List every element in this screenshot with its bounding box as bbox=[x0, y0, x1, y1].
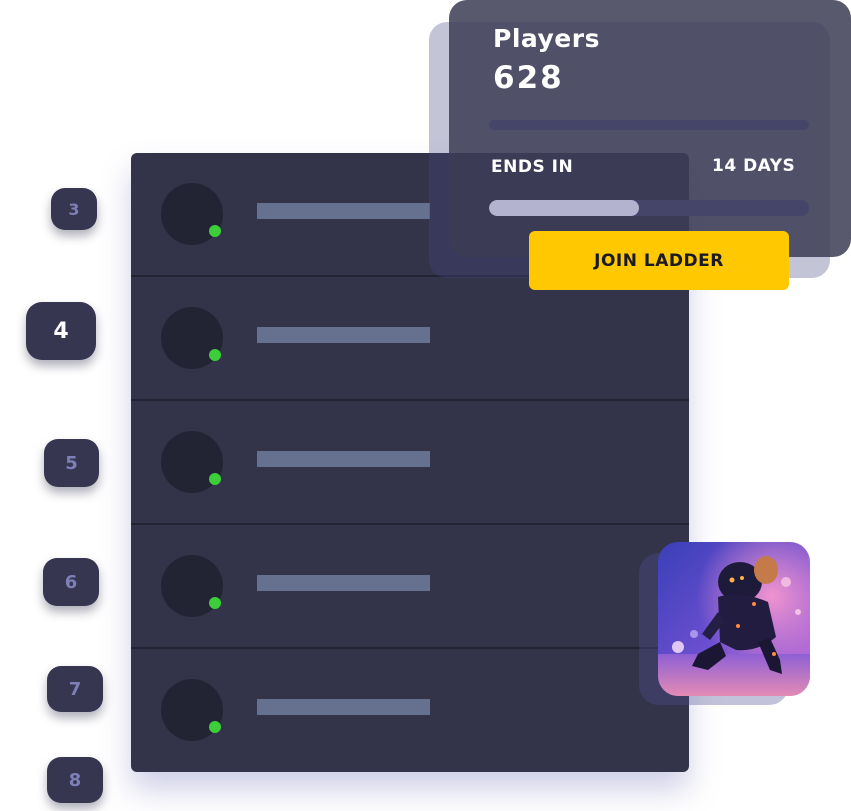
rank-badge-8: 8 bbox=[47, 757, 103, 803]
ends-in-value: 14 DAYS bbox=[712, 156, 796, 176]
player-name-placeholder bbox=[257, 451, 430, 467]
player-name-placeholder bbox=[257, 203, 430, 219]
online-status-dot bbox=[209, 597, 221, 609]
game-art-robot-icon[interactable] bbox=[658, 542, 810, 696]
online-status-dot bbox=[209, 473, 221, 485]
player-name-placeholder bbox=[257, 575, 430, 591]
rank-badge-4: 4 bbox=[26, 302, 96, 360]
leaderboard-row[interactable] bbox=[131, 649, 689, 772]
ends-in-label: ENDS IN bbox=[491, 157, 574, 177]
player-name-placeholder bbox=[257, 699, 430, 715]
players-card: Players 628 ENDS IN 14 DAYS bbox=[449, 0, 851, 257]
game-art-image bbox=[658, 542, 810, 696]
online-status-dot bbox=[209, 349, 221, 361]
join-ladder-button[interactable]: JOIN LADDER bbox=[529, 231, 789, 290]
rank-badge-3: 3 bbox=[51, 188, 97, 230]
time-remaining-bar bbox=[489, 200, 809, 216]
rank-badge-6: 6 bbox=[43, 558, 99, 606]
players-progress-track bbox=[489, 120, 809, 130]
leaderboard-row[interactable] bbox=[131, 525, 689, 649]
rank-badge-7: 7 bbox=[47, 666, 103, 712]
leaderboard-row[interactable] bbox=[131, 277, 689, 401]
rank-badge-5: 5 bbox=[44, 439, 99, 487]
leaderboard-row[interactable] bbox=[131, 401, 689, 525]
player-name-placeholder bbox=[257, 327, 430, 343]
time-remaining-fill bbox=[489, 200, 640, 216]
players-count: 628 bbox=[493, 60, 564, 96]
online-status-dot bbox=[209, 225, 221, 237]
players-title: Players bbox=[493, 24, 600, 53]
online-status-dot bbox=[209, 721, 221, 733]
